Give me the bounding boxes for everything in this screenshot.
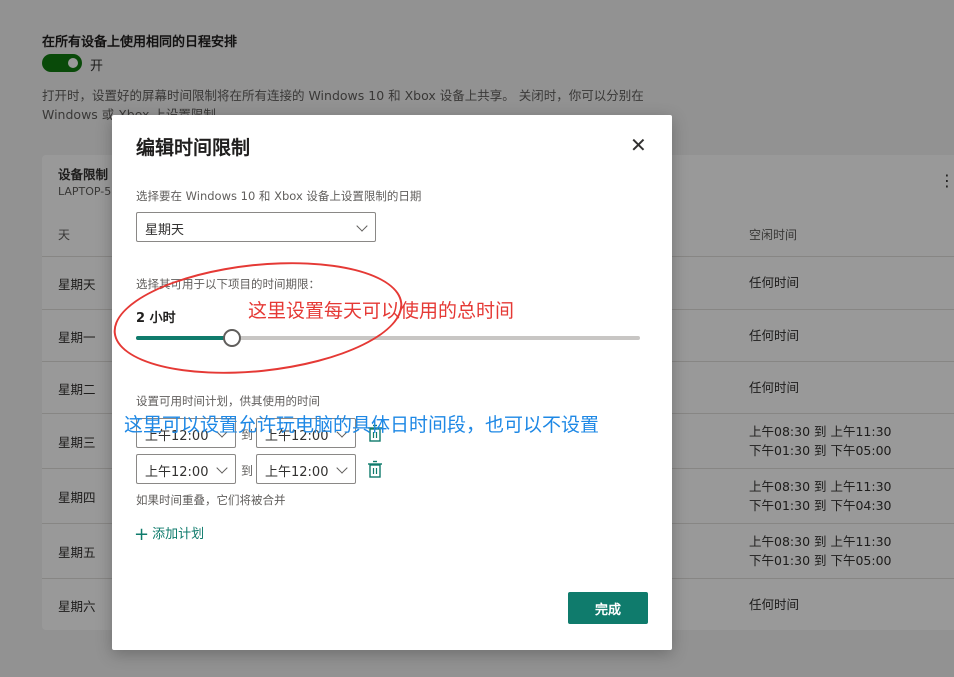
schedule-2-to-value: 上午12:00 xyxy=(265,465,329,480)
close-icon[interactable]: ✕ xyxy=(630,135,647,155)
done-button[interactable]: 完成 xyxy=(568,592,648,624)
day-select[interactable]: 星期天 xyxy=(136,212,376,242)
red-annotation-text: 这里设置每天可以使用的总时间 xyxy=(248,300,515,322)
add-schedule-label: 添加计划 xyxy=(152,527,205,542)
day-select-label: 选择要在 Windows 10 和 Xbox 设备上设置限制的日期 xyxy=(136,189,422,203)
chevron-down-icon xyxy=(336,462,348,474)
schedule-label: 设置可用时间计划，供其使用的时间 xyxy=(136,394,320,408)
day-select-value: 星期天 xyxy=(145,223,185,238)
add-schedule-button[interactable]: + 添加计划 xyxy=(134,523,204,545)
dialog-title: 编辑时间限制 xyxy=(136,137,251,159)
trash-icon[interactable] xyxy=(367,460,383,478)
edit-time-limit-dialog: 编辑时间限制 ✕ 选择要在 Windows 10 和 Xbox 设备上设置限制的… xyxy=(112,115,672,650)
chevron-down-icon xyxy=(356,220,368,232)
schedule-2-from-value: 上午12:00 xyxy=(145,465,209,480)
schedule-2-from-select[interactable]: 上午12:00 xyxy=(136,454,236,484)
plus-icon: + xyxy=(134,524,150,545)
chevron-down-icon xyxy=(216,462,228,474)
schedule-2-to-word: 到 xyxy=(241,464,254,478)
blue-annotation-text: 这里可以设置允许玩电脑的具体日时间段，也可以不设置 xyxy=(124,414,600,436)
overlap-note: 如果时间重叠，它们将被合并 xyxy=(136,493,286,507)
schedule-2-to-select[interactable]: 上午12:00 xyxy=(256,454,356,484)
